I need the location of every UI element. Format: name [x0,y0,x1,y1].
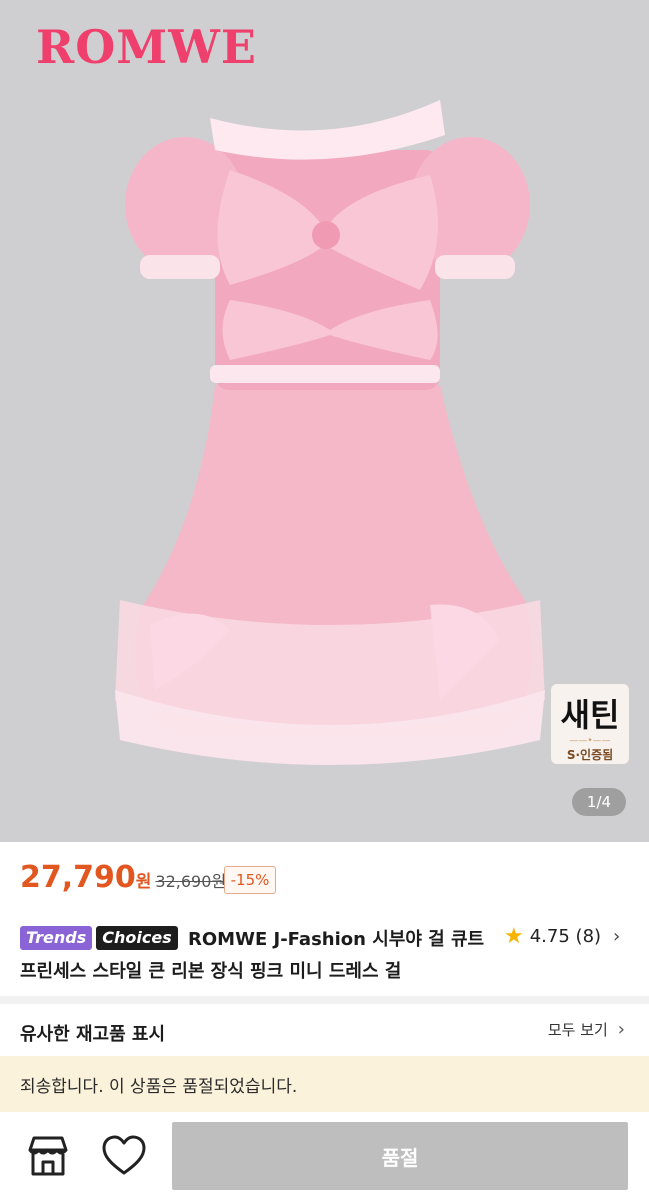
badge-main-text: 새틴 [560,696,620,734]
badge-sub-text: S·인증됨 [566,748,614,762]
rating-value: 4.75 [529,925,570,947]
bottom-action-bar: 품절 [0,1112,649,1200]
star-icon: ★ [504,923,524,949]
discount-badge: -15% [224,866,276,894]
see-all-link[interactable]: 모두 보기 › [548,1019,625,1040]
see-all-label: 모두 보기 [547,1021,608,1039]
chevron-right-icon: › [617,1019,625,1040]
image-page-indicator: 1/4 [572,788,626,816]
shop-icon[interactable] [24,1132,72,1180]
review-count: (8) [575,925,602,947]
section-divider [0,996,649,1004]
similar-items-section: 유사한 재고품 표시 모두 보기 › [0,1004,649,1058]
sold-out-button[interactable]: 품절 [172,1122,628,1190]
rating-summary[interactable]: ★ 4.75 (8) › [504,922,620,950]
similar-items-title: 유사한 재고품 표시 [20,1024,166,1045]
trends-tag[interactable]: Trends [20,926,93,950]
price-row: 27,790 원 32,690원 [20,860,226,900]
sold-out-notice: 죄송합니다. 이 상품은 품절되었습니다. [0,1056,649,1112]
original-price: 32,690원 [155,872,227,891]
product-image-carousel[interactable]: ROMWE 새틴 ——•—— S·인증됨 1/4 [0,0,649,842]
product-title-block: Trends Choices ROMWE J-Fashion 시부야 걸 큐트 프… [20,924,490,988]
satin-certification-badge: 새틴 ——•—— S·인증됨 [551,684,629,764]
heart-icon[interactable] [100,1132,148,1180]
choices-tag[interactable]: Choices [96,926,178,950]
chevron-right-icon: › [613,925,621,947]
badge-divider: ——•—— [569,736,611,746]
currency-unit: 원 [135,872,152,892]
brand-logo: ROMWE [36,20,257,74]
sale-price: 27,790 [20,860,136,895]
